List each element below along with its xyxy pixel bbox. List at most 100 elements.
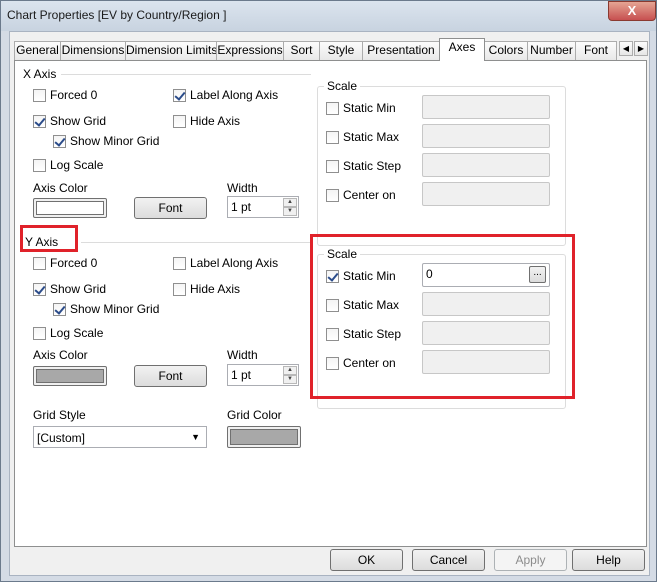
checkbox-label: Label Along Axis — [190, 88, 279, 102]
y-scale-highlight-box — [310, 234, 575, 399]
x-label-along-axis-checkbox[interactable]: Label Along Axis — [173, 88, 278, 102]
checkbox-label: Static Step — [343, 159, 402, 173]
y-axis-divider — [81, 242, 311, 243]
spin-up-icon[interactable]: ▲ — [283, 198, 297, 207]
checkmark-icon — [33, 114, 46, 128]
grid-color-swatch[interactable] — [227, 426, 301, 448]
checkbox-label: Static Min — [343, 101, 396, 115]
x-show-minor-grid-checkbox[interactable]: Show Minor Grid — [53, 134, 159, 148]
spinner-arrows: ▲ ▼ — [283, 366, 297, 384]
color-fill — [36, 201, 104, 215]
y-width-label: Width — [227, 348, 258, 362]
select-value: [Custom] — [37, 431, 86, 445]
x-font-button[interactable]: Font — [134, 197, 207, 219]
x-scale-group: Scale Static Min Static Max Static Step — [317, 79, 566, 246]
y-log-scale-checkbox[interactable]: Log Scale — [33, 326, 103, 340]
checkbox-box — [33, 158, 46, 172]
spinner-value: 1 pt — [231, 368, 252, 382]
checkbox-box — [173, 114, 186, 128]
checkbox-label: Log Scale — [50, 326, 104, 340]
checkmark-icon — [33, 282, 46, 296]
cancel-button[interactable]: Cancel — [412, 549, 485, 571]
checkbox-label: Hide Axis — [190, 114, 241, 128]
tab-presentation[interactable]: Presentation — [362, 41, 440, 60]
tab-style[interactable]: Style — [319, 41, 363, 60]
checkbox-box — [33, 256, 46, 270]
x-static-step-checkbox[interactable]: Static Step — [326, 159, 401, 173]
close-button[interactable]: X — [608, 1, 656, 21]
checkbox-label: Hide Axis — [190, 282, 241, 296]
x-width-label: Width — [227, 181, 258, 195]
y-font-button[interactable]: Font — [134, 365, 207, 387]
tab-scroll-right-icon[interactable]: ▶ — [634, 41, 648, 56]
x-static-max-field[interactable] — [422, 124, 550, 148]
axes-panel: X Axis Forced 0 Label Along Axis Show Gr… — [14, 60, 647, 547]
x-show-grid-checkbox[interactable]: Show Grid — [33, 114, 106, 128]
x-center-on-field[interactable] — [422, 182, 550, 206]
grid-color-label: Grid Color — [227, 408, 282, 422]
dialog-window: Chart Properties [EV by Country/Region ]… — [0, 0, 657, 582]
apply-button[interactable]: Apply — [494, 549, 567, 571]
x-static-step-field[interactable] — [422, 153, 550, 177]
checkbox-label: Log Scale — [50, 158, 104, 172]
x-width-spinner[interactable]: 1 pt ▲ ▼ — [227, 196, 299, 218]
tab-general[interactable]: General — [14, 41, 61, 60]
x-static-min-checkbox[interactable]: Static Min — [326, 101, 396, 115]
tab-dimension-limits[interactable]: Dimension Limits — [125, 41, 217, 60]
y-axis-highlight-box — [20, 225, 78, 252]
tab-sort[interactable]: Sort — [283, 41, 320, 60]
ok-button[interactable]: OK — [330, 549, 403, 571]
checkmark-icon — [53, 134, 66, 148]
tab-scroll-left-icon[interactable]: ◀ — [619, 41, 633, 56]
grid-style-label: Grid Style — [33, 408, 86, 422]
x-axis-title: X Axis — [23, 67, 57, 81]
x-static-max-checkbox[interactable]: Static Max — [326, 130, 399, 144]
help-button[interactable]: Help — [572, 549, 645, 571]
checkbox-box — [326, 130, 339, 144]
spin-down-icon[interactable]: ▼ — [283, 375, 297, 384]
checkbox-label: Static Max — [343, 130, 400, 144]
tab-font[interactable]: Font — [575, 41, 617, 60]
checkbox-box — [173, 282, 186, 296]
color-fill — [36, 369, 104, 383]
color-fill — [230, 429, 298, 445]
x-log-scale-checkbox[interactable]: Log Scale — [33, 158, 103, 172]
y-show-minor-grid-checkbox[interactable]: Show Minor Grid — [53, 302, 159, 316]
x-hide-axis-checkbox[interactable]: Hide Axis — [173, 114, 240, 128]
y-forced0-checkbox[interactable]: Forced 0 — [33, 256, 97, 270]
spin-up-icon[interactable]: ▲ — [283, 366, 297, 375]
spin-down-icon[interactable]: ▼ — [283, 207, 297, 216]
tab-number[interactable]: Number — [527, 41, 576, 60]
tab-expressions[interactable]: Expressions — [216, 41, 284, 60]
y-label-along-axis-checkbox[interactable]: Label Along Axis — [173, 256, 278, 270]
spinner-arrows: ▲ ▼ — [283, 198, 297, 216]
tab-dimensions[interactable]: Dimensions — [60, 41, 126, 60]
window-title: Chart Properties [EV by Country/Region ] — [7, 8, 227, 22]
checkbox-box — [33, 326, 46, 340]
x-forced0-checkbox[interactable]: Forced 0 — [33, 88, 97, 102]
y-hide-axis-checkbox[interactable]: Hide Axis — [173, 282, 240, 296]
dialog-client: General Dimensions Dimension Limits Expr… — [9, 31, 650, 576]
x-axis-color-swatch[interactable] — [33, 198, 107, 218]
x-center-on-checkbox[interactable]: Center on — [326, 188, 396, 202]
y-axis-color-label: Axis Color — [33, 348, 88, 362]
checkbox-label: Center on — [343, 188, 396, 202]
tab-axes[interactable]: Axes — [439, 38, 485, 61]
checkbox-label: Show Grid — [50, 114, 107, 128]
grid-style-select[interactable]: [Custom] ▼ — [33, 426, 207, 448]
spinner-value: 1 pt — [231, 200, 252, 214]
dropdown-arrow-icon: ▼ — [191, 432, 200, 442]
x-static-min-field[interactable] — [422, 95, 550, 119]
tab-colors[interactable]: Colors — [484, 41, 528, 60]
y-show-grid-checkbox[interactable]: Show Grid — [33, 282, 106, 296]
y-axis-color-swatch[interactable] — [33, 366, 107, 386]
title-bar: Chart Properties [EV by Country/Region ]… — [1, 1, 656, 31]
checkbox-label: Show Grid — [50, 282, 107, 296]
checkbox-box — [173, 256, 186, 270]
y-width-spinner[interactable]: 1 pt ▲ ▼ — [227, 364, 299, 386]
x-axis-divider — [61, 74, 311, 75]
x-axis-color-label: Axis Color — [33, 181, 88, 195]
checkbox-label: Show Minor Grid — [70, 134, 160, 148]
checkbox-label: Show Minor Grid — [70, 302, 160, 316]
x-scale-title: Scale — [324, 79, 361, 93]
